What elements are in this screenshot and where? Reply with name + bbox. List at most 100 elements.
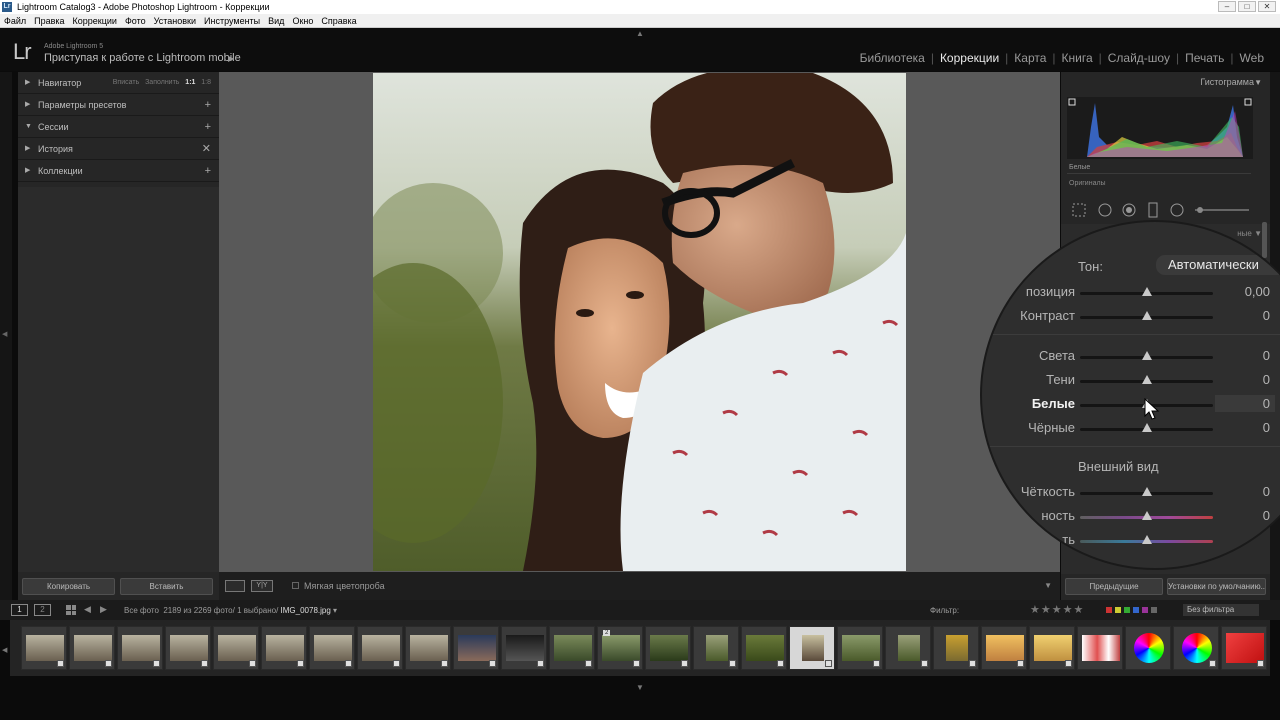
filmstrip-thumb[interactable] (837, 626, 883, 670)
maximize-button[interactable]: □ (1238, 1, 1256, 12)
menu-edit[interactable]: Правка (30, 14, 68, 27)
menu-file[interactable]: Файл (0, 14, 30, 27)
blue-label-filter[interactable] (1133, 607, 1139, 613)
menu-develop[interactable]: Коррекции (69, 14, 121, 27)
before-after-button[interactable]: Y|Y (251, 580, 273, 592)
minimize-button[interactable]: – (1218, 1, 1236, 12)
main-window-button[interactable]: 1 (11, 604, 28, 616)
filmstrip-thumb[interactable]: 2 (597, 626, 643, 670)
zoom-1-1[interactable]: 1:1 (185, 79, 195, 86)
exposure-thumb[interactable] (1142, 287, 1152, 296)
contrast-thumb[interactable] (1142, 311, 1152, 320)
filmstrip-thumb[interactable] (549, 626, 595, 670)
filmstrip-thumb[interactable] (1029, 626, 1075, 670)
menu-tools[interactable]: Инструменты (200, 14, 264, 27)
navigator-header[interactable]: ▶ Навигатор Вписать Заполнить 1:1 1:8 (18, 72, 219, 94)
filmstrip-thumb[interactable] (885, 626, 931, 670)
filmstrip-thumb[interactable] (261, 626, 307, 670)
main-photo[interactable] (373, 73, 906, 571)
filmstrip-source-info[interactable]: Все фото 2189 из 2269 фото/ 1 выбрано/ I… (124, 606, 337, 615)
filmstrip-thumb[interactable] (405, 626, 451, 670)
add-collection-icon[interactable]: + (205, 160, 211, 182)
menu-settings[interactable]: Установки (150, 14, 200, 27)
filmstrip-thumb[interactable] (693, 626, 739, 670)
vibrance-thumb[interactable] (1142, 511, 1152, 520)
module-book[interactable]: Книга (1056, 51, 1099, 65)
vibrance-value[interactable]: 0 (1244, 508, 1270, 523)
zoom-1-8[interactable]: 1:8 (201, 79, 211, 86)
paste-button[interactable]: Вставить (120, 578, 213, 595)
loupe-view-button[interactable] (225, 580, 245, 592)
reset-button[interactable]: Установки по умолчанию... (1167, 578, 1266, 595)
collapse-filmstrip-left-icon[interactable]: ◀ (2, 646, 7, 654)
basic-panel-header[interactable]: ные ▼ (1237, 229, 1262, 238)
menu-help[interactable]: Справка (317, 14, 360, 27)
blacks-value[interactable]: 0 (1244, 420, 1270, 435)
collections-header[interactable]: ▶ Коллекции + (18, 160, 219, 182)
sessions-header[interactable]: ▼ Сессии + (18, 116, 219, 138)
identity-mobile-link[interactable]: Приступая к работе с Lightroom mobile (44, 52, 241, 64)
clarity-thumb[interactable] (1142, 487, 1152, 496)
filmstrip-thumb[interactable] (213, 626, 259, 670)
filmstrip-thumb[interactable] (1077, 626, 1123, 670)
saturation-thumb[interactable] (1142, 535, 1152, 544)
filter-dropdown[interactable]: Без фильтра (1183, 604, 1259, 616)
secondary-window-button[interactable]: 2 (34, 604, 51, 616)
filmstrip-thumb-selected[interactable] (789, 626, 835, 670)
add-preset-icon[interactable]: + (205, 94, 211, 116)
menu-window[interactable]: Окно (288, 14, 317, 27)
show-original-toggle[interactable]: Оригиналы (1069, 180, 1106, 187)
filmstrip-thumb[interactable] (501, 626, 547, 670)
module-map[interactable]: Карта (1008, 51, 1052, 65)
red-label-filter[interactable] (1106, 607, 1112, 613)
module-print[interactable]: Печать (1179, 51, 1230, 65)
purple-label-filter[interactable] (1142, 607, 1148, 613)
menu-view[interactable]: Вид (264, 14, 288, 27)
filmstrip-thumb[interactable] (165, 626, 211, 670)
forward-arrow-icon[interactable]: ▶ (100, 604, 107, 615)
presets-header[interactable]: ▶ Параметры пресетов + (18, 94, 219, 116)
whites-value[interactable]: 0 (1244, 396, 1270, 411)
module-slideshow[interactable]: Слайд-шоу (1102, 51, 1176, 65)
filmstrip-thumb[interactable] (453, 626, 499, 670)
filmstrip-thumb[interactable] (1221, 626, 1267, 670)
filmstrip-thumb[interactable] (1125, 626, 1171, 670)
toolbar-menu-icon[interactable]: ▼ (1044, 581, 1052, 590)
auto-tone-button[interactable]: Автоматически (1156, 255, 1280, 275)
histogram-collapse-icon[interactable]: ▼ (1254, 78, 1262, 87)
shadows-thumb[interactable] (1142, 375, 1152, 384)
highlights-thumb[interactable] (1142, 351, 1152, 360)
filmstrip-thumb[interactable] (933, 626, 979, 670)
filmstrip-thumb[interactable] (357, 626, 403, 670)
filmstrip-thumb[interactable] (1173, 626, 1219, 670)
copy-button[interactable]: Копировать (22, 578, 115, 595)
collapse-left-icon[interactable]: ◀ (2, 330, 7, 338)
grid-view-icon[interactable] (66, 605, 76, 615)
filmstrip-thumb[interactable] (309, 626, 355, 670)
filmstrip-thumb[interactable] (21, 626, 67, 670)
shadows-value[interactable]: 0 (1244, 372, 1270, 387)
module-develop[interactable]: Коррекции (934, 51, 1005, 65)
exposure-value[interactable]: 0,00 (1244, 284, 1270, 299)
filmstrip-thumb[interactable] (741, 626, 787, 670)
module-library[interactable]: Библиотека (854, 51, 931, 65)
yellow-label-filter[interactable] (1115, 607, 1121, 613)
add-session-icon[interactable]: + (205, 116, 211, 138)
previous-button[interactable]: Предыдущие (1065, 578, 1163, 595)
histogram[interactable] (1067, 97, 1253, 159)
green-label-filter[interactable] (1124, 607, 1130, 613)
filmstrip-thumb[interactable] (981, 626, 1027, 670)
contrast-value[interactable]: 0 (1244, 308, 1270, 323)
menu-photo[interactable]: Фото (121, 14, 150, 27)
filmstrip-thumb[interactable] (69, 626, 115, 670)
soft-proof-checkbox[interactable] (292, 582, 299, 589)
history-header[interactable]: ▶ История ✕ (18, 138, 219, 160)
clarity-value[interactable]: 0 (1244, 484, 1270, 499)
clear-history-icon[interactable]: ✕ (202, 138, 211, 160)
zoom-fit[interactable]: Вписать (113, 79, 139, 86)
right-panel-scrollbar[interactable] (1262, 222, 1267, 258)
module-web[interactable]: Web (1234, 51, 1270, 65)
collapse-top-icon[interactable]: ▲ (636, 29, 644, 38)
filmstrip-thumb[interactable] (645, 626, 691, 670)
back-arrow-icon[interactable]: ◀ (84, 604, 91, 615)
